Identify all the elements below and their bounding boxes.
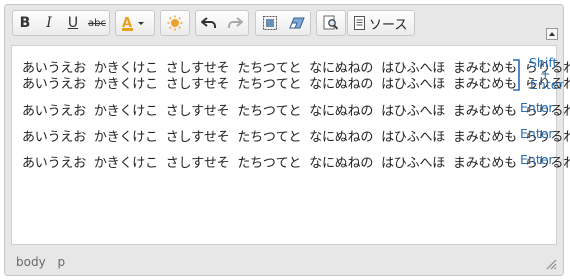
find-icon (323, 15, 339, 30)
status-bar: body p (5, 247, 563, 275)
history-group (195, 10, 249, 36)
editor-content-area[interactable]: あいうえお かきくけこ さしすせそ たちつてと なにぬねの はひふへほ まみむめ… (11, 45, 570, 245)
collapse-toolbar-button[interactable] (546, 28, 558, 40)
text-line-2: あいうえお かきくけこ さしすせそ たちつてと なにぬねの はひふへほ まみむめ… (22, 77, 570, 92)
document-icon (354, 16, 365, 30)
eraser-icon (288, 17, 305, 29)
special-button[interactable] (161, 11, 189, 35)
bold-icon: B (19, 15, 31, 31)
selection-group (255, 10, 311, 36)
italic-button[interactable]: I (37, 11, 61, 35)
undo-icon (201, 17, 216, 28)
find-group (316, 10, 346, 36)
element-path: body p (16, 255, 73, 269)
select-all-icon (262, 16, 277, 30)
underline-button[interactable]: U (61, 11, 85, 35)
path-item-p[interactable]: p (58, 255, 66, 269)
enter-annotation-2: Enter (520, 100, 554, 115)
basic-style-group: B I U abc (12, 10, 110, 36)
redo-button[interactable] (222, 11, 248, 35)
strikethrough-icon: abc (88, 17, 106, 29)
text-line-5: あいうえお かきくけこ さしすせそ たちつてと なにぬねの はひふへほ まみむめ… (22, 156, 570, 171)
resize-handle-icon[interactable] (545, 258, 557, 270)
enter-annotation-3: Enter (520, 126, 554, 141)
enter-annotation-1: Enter (530, 77, 564, 92)
sun-icon (167, 15, 183, 31)
strikethrough-button[interactable]: abc (85, 11, 109, 35)
editor-toolbar: B I U abc A ソース (8, 8, 560, 42)
remove-format-button[interactable] (283, 11, 310, 35)
redo-icon (228, 17, 243, 28)
path-item-body[interactable]: body (16, 255, 46, 269)
line-break-bracket (513, 59, 520, 91)
source-group[interactable]: ソース (347, 10, 415, 36)
italic-icon: I (46, 15, 52, 31)
text-color-button[interactable]: A (116, 11, 154, 35)
find-button[interactable] (317, 11, 345, 35)
rich-text-editor: B I U abc A ソース あいうえお かきくけこ さしすせそ たちつてと … (4, 4, 570, 276)
undo-button[interactable] (196, 11, 222, 35)
text-line-4: あいうえお かきくけこ さしすせそ たちつてと なにぬねの はひふへほ まみむめ… (22, 130, 570, 145)
enter-annotation-4: Enter (520, 152, 554, 167)
collapse-icon (549, 32, 555, 36)
select-all-button[interactable] (256, 11, 283, 35)
underline-icon: U (67, 15, 79, 31)
text-color-icon: A (122, 16, 144, 31)
special-group (160, 10, 190, 36)
text-line-3: あいうえお かきくけこ さしすせそ たちつてと なにぬねの はひふへほ まみむめ… (22, 104, 570, 119)
source-button-label: ソース (369, 17, 408, 33)
bold-button[interactable]: B (13, 11, 37, 35)
text-color-group: A (115, 10, 155, 36)
